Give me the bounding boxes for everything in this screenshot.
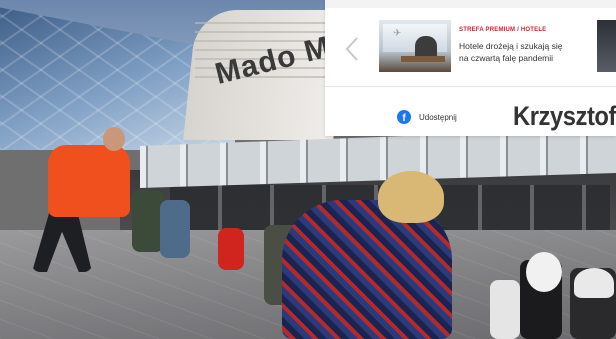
pedestrian-hat: [526, 252, 562, 292]
pedestrian: [490, 280, 520, 339]
pedestrian: [160, 200, 190, 258]
divider: [325, 86, 616, 87]
next-article-thumbnail[interactable]: [597, 20, 616, 72]
article-overlay-card: ✈ STREFA PREMIUM / HOTELE Hotele drożeją…: [325, 0, 616, 136]
article-category[interactable]: STREFA PREMIUM / HOTELE: [459, 27, 546, 33]
author-name[interactable]: Krzysztof: [513, 101, 616, 132]
pedestrian-red-coat: [218, 228, 244, 270]
share-facebook-button[interactable]: f Udostępnij: [397, 110, 457, 124]
share-label: Udostępnij: [419, 112, 457, 122]
top-strip: [325, 0, 616, 8]
carousel-prev-button[interactable]: [339, 32, 365, 66]
chevron-left-icon: [345, 37, 358, 61]
facebook-icon: f: [397, 110, 411, 124]
woman-blonde-hair: [378, 171, 444, 223]
article-thumbnail: ✈: [379, 20, 451, 72]
pedestrian-hat: [574, 268, 614, 298]
related-article-card[interactable]: ✈ STREFA PREMIUM / HOTELE Hotele drożeją…: [379, 20, 579, 72]
airplane-icon: ✈: [393, 28, 402, 39]
thumbnail-table: [401, 56, 445, 62]
man-head: [103, 127, 125, 151]
man-orange-jacket: [48, 145, 130, 217]
article-headline[interactable]: Hotele drożeją i szukają się na czwartą …: [459, 40, 571, 64]
